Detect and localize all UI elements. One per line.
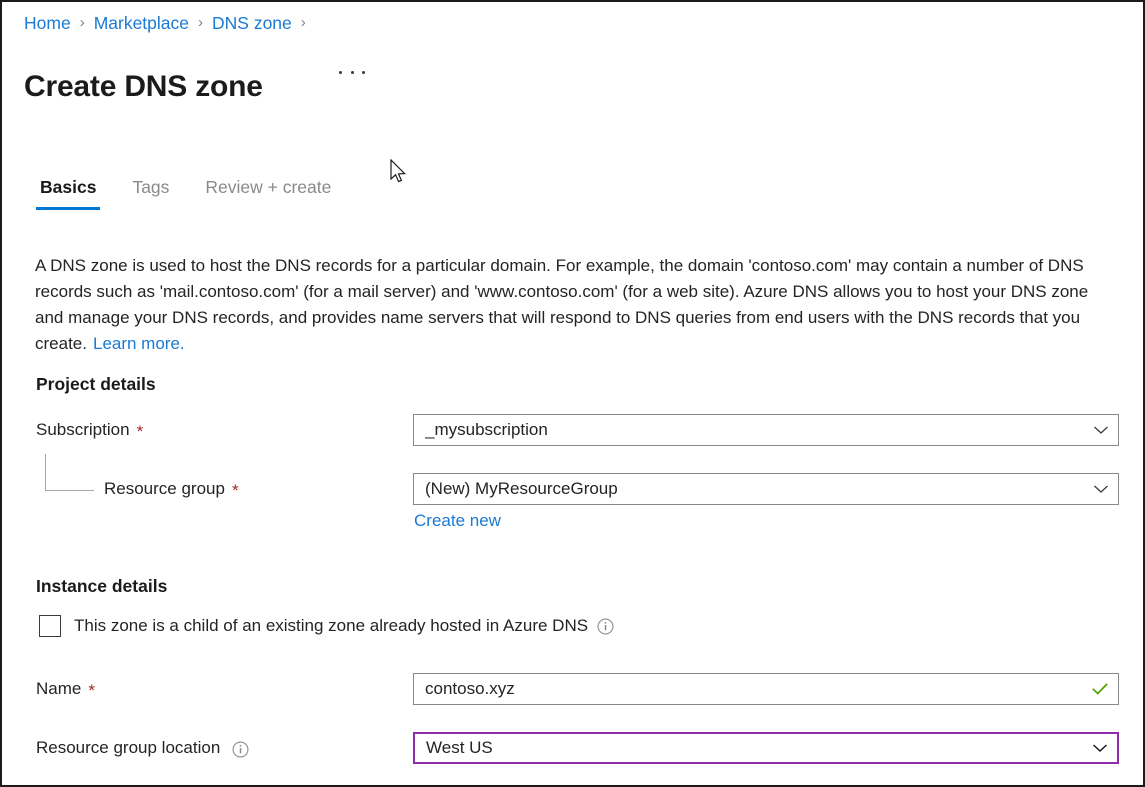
page-canvas: Home › Marketplace › DNS zone › Create D…	[2, 2, 1143, 785]
form-description: A DNS zone is used to host the DNS recor…	[35, 253, 1100, 357]
label-resource-group-text: Resource group	[104, 479, 225, 499]
breadcrumb-item-home[interactable]: Home	[24, 13, 71, 34]
label-name: Name *	[36, 679, 95, 699]
tab-bar: Basics Tags Review + create	[32, 177, 339, 210]
required-asterisk: *	[232, 482, 239, 499]
more-actions-ellipsis-icon[interactable]	[339, 61, 365, 83]
azure-portal-create-dns-zone-screen: Home › Marketplace › DNS zone › Create D…	[0, 0, 1145, 787]
create-new-resource-group-link[interactable]: Create new	[414, 511, 501, 531]
breadcrumb-item-dns-zone[interactable]: DNS zone	[212, 13, 292, 34]
ellipsis-dot	[339, 71, 342, 74]
ellipsis-dot	[362, 71, 365, 74]
learn-more-link[interactable]: Learn more.	[93, 334, 185, 353]
label-resource-group-location: Resource group location	[36, 738, 249, 758]
breadcrumb: Home › Marketplace › DNS zone ›	[24, 10, 315, 36]
form-description-text: A DNS zone is used to host the DNS recor…	[35, 256, 1088, 353]
ellipsis-dot	[351, 71, 354, 74]
tab-review-create[interactable]: Review + create	[197, 177, 339, 210]
label-name-text: Name	[36, 679, 81, 699]
resource-group-location-dropdown[interactable]: West US	[413, 732, 1119, 764]
field-hierarchy-connector	[45, 454, 94, 491]
subscription-dropdown[interactable]: _mysubscription	[413, 414, 1119, 446]
label-subscription-text: Subscription	[36, 420, 130, 440]
child-zone-checkbox-label: This zone is a child of an existing zone…	[74, 616, 588, 636]
required-asterisk: *	[88, 682, 95, 699]
label-resource-group: Resource group *	[104, 479, 239, 499]
checkmark-icon	[1090, 679, 1110, 699]
tab-tags[interactable]: Tags	[124, 177, 177, 210]
child-zone-checkbox[interactable]	[39, 615, 61, 637]
resource-group-dropdown[interactable]: (New) MyResourceGroup	[413, 473, 1119, 505]
chevron-down-icon	[1092, 421, 1110, 439]
breadcrumb-separator: ›	[301, 15, 306, 30]
name-input[interactable]: contoso.xyz	[413, 673, 1119, 705]
mouse-cursor	[390, 159, 410, 186]
breadcrumb-separator: ›	[80, 15, 85, 30]
breadcrumb-item-marketplace[interactable]: Marketplace	[94, 13, 189, 34]
name-value: contoso.xyz	[425, 679, 1090, 699]
resource-group-location-value: West US	[426, 738, 1091, 758]
label-resource-group-location-text: Resource group location	[36, 738, 220, 758]
info-icon[interactable]	[232, 741, 249, 758]
section-heading-project-details: Project details	[36, 374, 156, 395]
section-heading-instance-details: Instance details	[36, 576, 167, 597]
breadcrumb-separator: ›	[198, 15, 203, 30]
child-zone-checkbox-row: This zone is a child of an existing zone…	[39, 615, 614, 637]
chevron-down-icon	[1091, 739, 1109, 757]
label-subscription: Subscription *	[36, 420, 143, 440]
resource-group-value: (New) MyResourceGroup	[425, 479, 1092, 499]
required-asterisk: *	[137, 423, 144, 440]
subscription-value: _mysubscription	[425, 420, 1092, 440]
tab-basics[interactable]: Basics	[32, 177, 104, 210]
info-icon[interactable]	[597, 618, 614, 635]
page-title: Create DNS zone	[24, 70, 263, 104]
chevron-down-icon	[1092, 480, 1110, 498]
